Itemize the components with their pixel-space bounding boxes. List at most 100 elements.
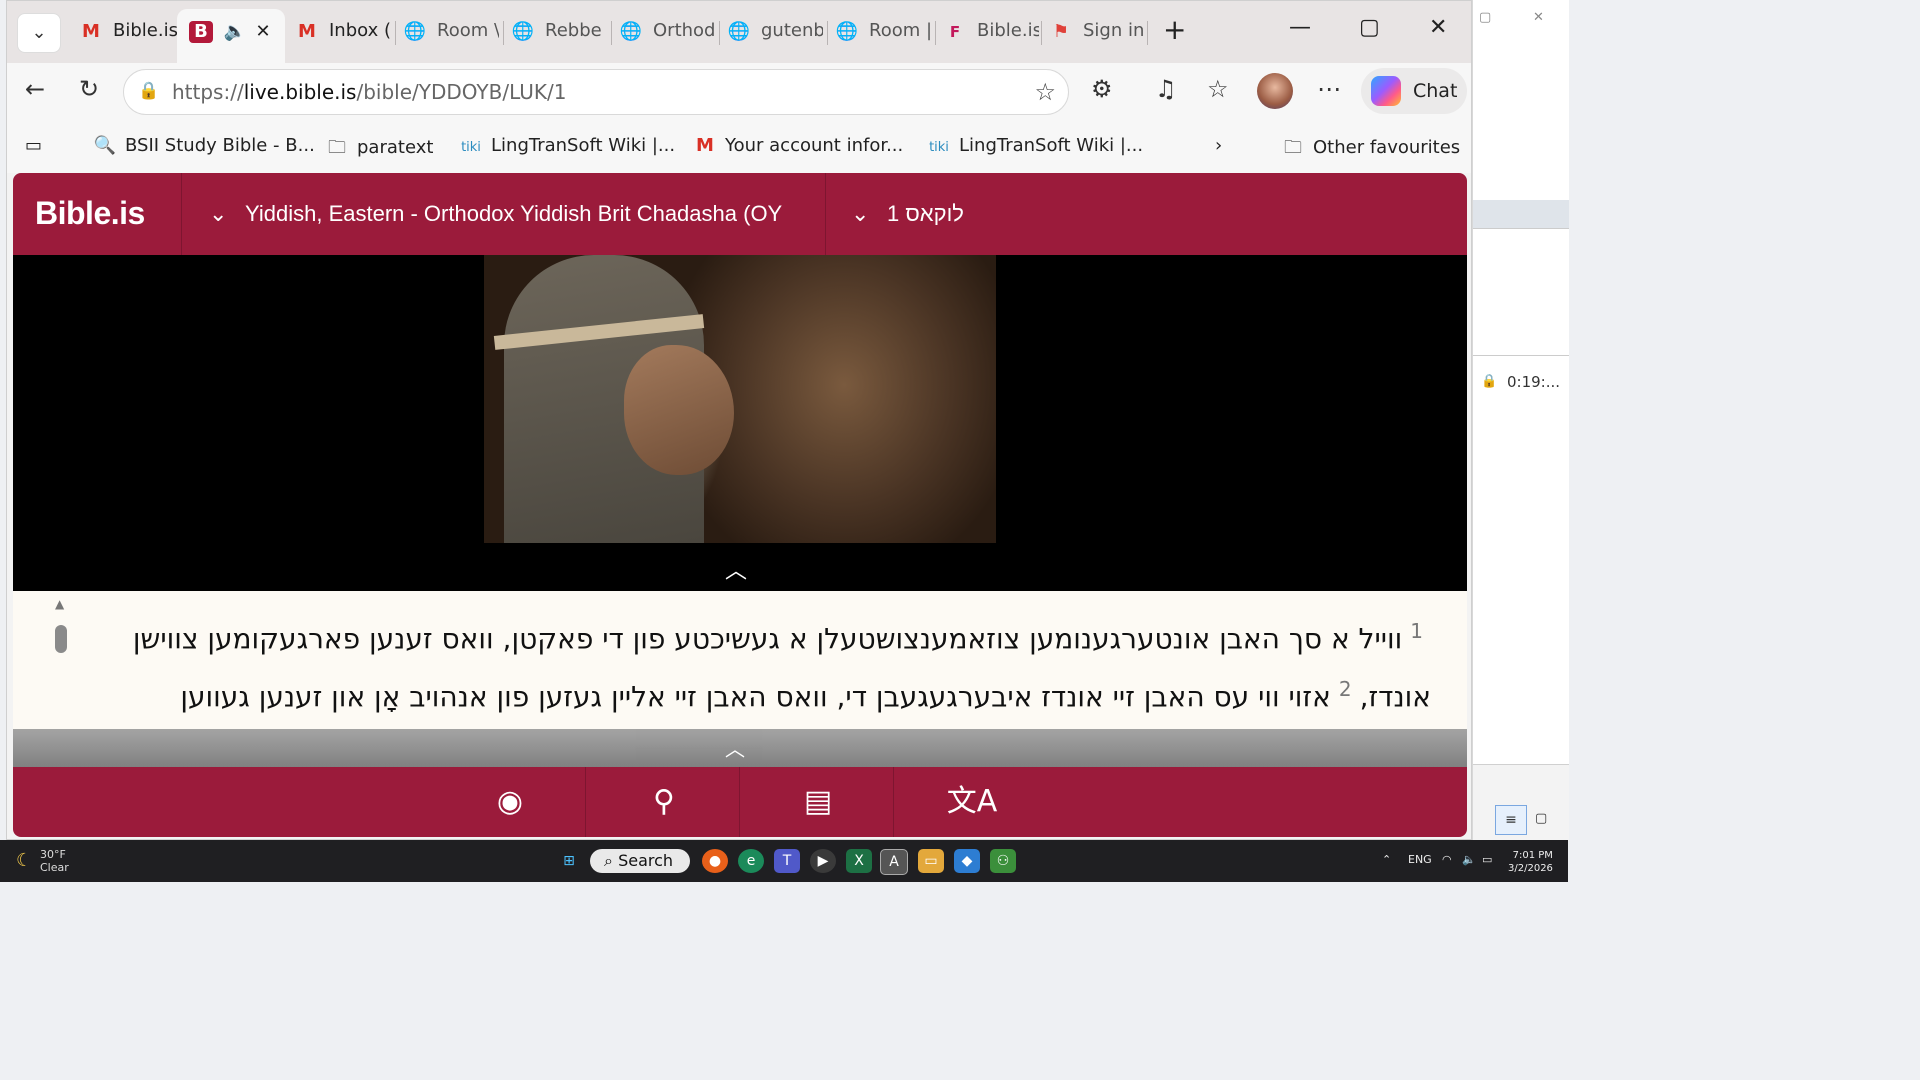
- globe-icon: 🌐: [727, 21, 751, 42]
- wifi-icon[interactable]: ◠: [1442, 853, 1452, 866]
- background-window: ▢ ✕ 🔒 0:19:... ≡ ▢: [1472, 0, 1569, 841]
- tray-overflow-chevron-icon[interactable]: ⌃: [1382, 853, 1391, 866]
- chevron-down-icon: ⌄: [851, 201, 870, 226]
- flag-icon: ⚑: [1052, 21, 1070, 42]
- globe-icon: 🌐: [403, 21, 427, 42]
- verse-number: 1: [1410, 619, 1423, 643]
- maximize-icon[interactable]: ▢: [1359, 15, 1380, 40]
- chevron-down-icon: ⌄: [209, 201, 228, 226]
- taskbar-search[interactable]: ⌕ Search: [590, 849, 690, 873]
- collapse-video-chevron-icon[interactable]: ︿: [725, 553, 747, 585]
- fav-bsii-study-bible[interactable]: 🔍 BSII Study Bible - B...: [93, 135, 315, 156]
- start-icon[interactable]: ⊞: [556, 849, 582, 873]
- tab-room[interactable]: 🌐 Room \: [403, 9, 499, 55]
- speaker-icon[interactable]: 🔈: [223, 21, 247, 43]
- media-player-icon[interactable]: ▶: [810, 849, 836, 873]
- background-window-statusbar: ≡ ▢: [1473, 764, 1569, 841]
- back-icon[interactable]: ←: [25, 75, 45, 103]
- notebook-icon[interactable]: ▤: [741, 767, 895, 837]
- minimize-icon[interactable]: —: [1289, 15, 1311, 40]
- excel-icon[interactable]: X: [846, 849, 872, 873]
- language-indicator[interactable]: ENG: [1408, 853, 1432, 866]
- profile-avatar[interactable]: [1257, 73, 1293, 109]
- app-icon[interactable]: ◆: [954, 849, 980, 873]
- favorites-icon[interactable]: ☆: [1207, 75, 1229, 103]
- tab-sign-in[interactable]: ⚑ Sign in: [1049, 9, 1145, 55]
- refresh-icon[interactable]: ↻: [79, 75, 99, 103]
- scroll-up-arrow-icon[interactable]: ▲: [55, 597, 64, 611]
- search-icon[interactable]: ⚲: [587, 767, 741, 837]
- tab-bible-is-gmail[interactable]: M Bible.is: [79, 9, 177, 55]
- firefox-icon[interactable]: ●: [702, 849, 728, 873]
- new-tab-button[interactable]: +: [1163, 13, 1186, 46]
- folder-icon: 🗀: [1284, 137, 1302, 158]
- translate-icon[interactable]: 文A: [895, 767, 1049, 837]
- tiki-icon: tiki: [461, 140, 481, 155]
- tab-actions-menu[interactable]: ⌄: [17, 13, 61, 53]
- minimize-icon[interactable]: ▢: [1479, 10, 1491, 25]
- globe-icon: 🌐: [835, 21, 859, 42]
- app-header: Bible.is ⌄ Yiddish, Eastern - Orthodox Yi…: [13, 173, 1467, 255]
- teams-icon[interactable]: T: [774, 849, 800, 873]
- video-frame[interactable]: [484, 255, 996, 543]
- tab-inbox[interactable]: M Inbox (: [295, 9, 391, 55]
- scrollbar-thumb[interactable]: [55, 625, 67, 653]
- favorite-star-icon[interactable]: ☆: [1034, 78, 1056, 106]
- extensions-icon[interactable]: ⚙: [1091, 75, 1113, 103]
- search-icon: 🔍: [93, 135, 117, 156]
- globe-icon: 🌐: [511, 21, 535, 42]
- bible-is-icon: B: [189, 21, 213, 43]
- fav-lingtransoft-wiki-2[interactable]: tiki LingTranSoft Wiki |...: [927, 135, 1143, 156]
- background-window-pane: [1473, 228, 1569, 356]
- other-favourites-folder[interactable]: 🗀 Other favourites: [1281, 135, 1460, 165]
- network-app-icon[interactable]: ⚇: [990, 849, 1016, 873]
- window-view-icon[interactable]: ▢: [1535, 811, 1547, 826]
- url-text[interactable]: https://live.bible.is/bible/YDDOYB/LUK/1: [172, 80, 566, 104]
- profile-icon[interactable]: ◉: [433, 767, 587, 837]
- font-app-icon[interactable]: A: [880, 849, 908, 875]
- folder-icon: 🗀: [328, 137, 346, 158]
- search-icon: ⌕: [604, 851, 613, 870]
- media-control-icon[interactable]: ♫: [1155, 75, 1177, 103]
- file-explorer-icon[interactable]: ▭: [918, 849, 944, 873]
- favorites-bar: ▭ 🔍 BSII Study Bible - B... 🗀 paratext tik…: [7, 121, 1471, 173]
- copilot-chat-button[interactable]: Chat: [1361, 68, 1467, 114]
- edge-icon[interactable]: e: [738, 849, 764, 873]
- tab-room-2[interactable]: 🌐 Room |: [835, 9, 931, 55]
- tab-bible-is-2[interactable]: F Bible.is: [943, 9, 1039, 55]
- expand-chevron-icon[interactable]: ︿: [725, 733, 745, 762]
- bible-is-logo[interactable]: Bible.is: [35, 195, 145, 232]
- more-options-icon[interactable]: ⋯: [1317, 75, 1341, 103]
- close-window-icon[interactable]: ✕: [1429, 15, 1447, 40]
- verse-line: 1ווייל א סך האבן אונטערגענומען צוזאמענצו…: [132, 619, 1423, 656]
- fav-account-info[interactable]: M Your account infor...: [693, 135, 903, 156]
- list-view-icon[interactable]: ≡: [1495, 805, 1527, 835]
- close-tab-icon[interactable]: ✕: [251, 21, 275, 43]
- tab-orthod[interactable]: 🌐 Orthod: [619, 9, 715, 55]
- fav-lingtransoft-wiki[interactable]: tiki LingTranSoft Wiki |...: [459, 135, 675, 156]
- tab-rebbe[interactable]: 🌐 Rebbe: [511, 9, 607, 55]
- tab-gutenb[interactable]: 🌐 gutenb: [727, 9, 823, 55]
- bible-is-page: Bible.is ⌄ Yiddish, Eastern - Orthodox Yi…: [13, 173, 1467, 837]
- tiki-icon: tiki: [929, 140, 949, 155]
- copilot-icon: [1371, 76, 1401, 106]
- background-window-band: [1473, 200, 1569, 228]
- chevron-down-icon: ⌄: [31, 22, 47, 43]
- text-expand-bar[interactable]: ︿: [13, 729, 1467, 771]
- close-icon[interactable]: ✕: [1533, 10, 1544, 25]
- tab-active-bible-is[interactable]: B 🔈 ✕: [177, 9, 285, 63]
- battery-icon[interactable]: ▭: [1482, 853, 1492, 866]
- book-chapter-selector[interactable]: ⌄ לוקאס 1: [851, 201, 964, 227]
- browser-toolbar: ← ↻ 🔒 https://live.bible.is/bible/YDDOYB…: [7, 63, 1471, 121]
- reading-list-icon[interactable]: ▭: [25, 135, 42, 156]
- address-bar[interactable]: 🔒 https://live.bible.is/bible/YDDOYB/LUK…: [123, 69, 1069, 115]
- clock[interactable]: 7:01 PM 3/2/2026: [1508, 849, 1553, 875]
- video-player[interactable]: ︿: [13, 255, 1467, 591]
- version-selector[interactable]: ⌄ Yiddish, Eastern - Orthodox Yiddish Bri…: [209, 201, 813, 227]
- weather-moon-icon[interactable]: ☾: [16, 850, 32, 871]
- volume-icon[interactable]: 🔈: [1462, 853, 1476, 866]
- favorites-overflow-chevron-icon[interactable]: ›: [1215, 135, 1222, 156]
- fav-paratext[interactable]: 🗀 paratext: [325, 135, 433, 165]
- gmail-icon: M: [696, 135, 714, 156]
- site-info-icon[interactable]: 🔒: [138, 81, 159, 101]
